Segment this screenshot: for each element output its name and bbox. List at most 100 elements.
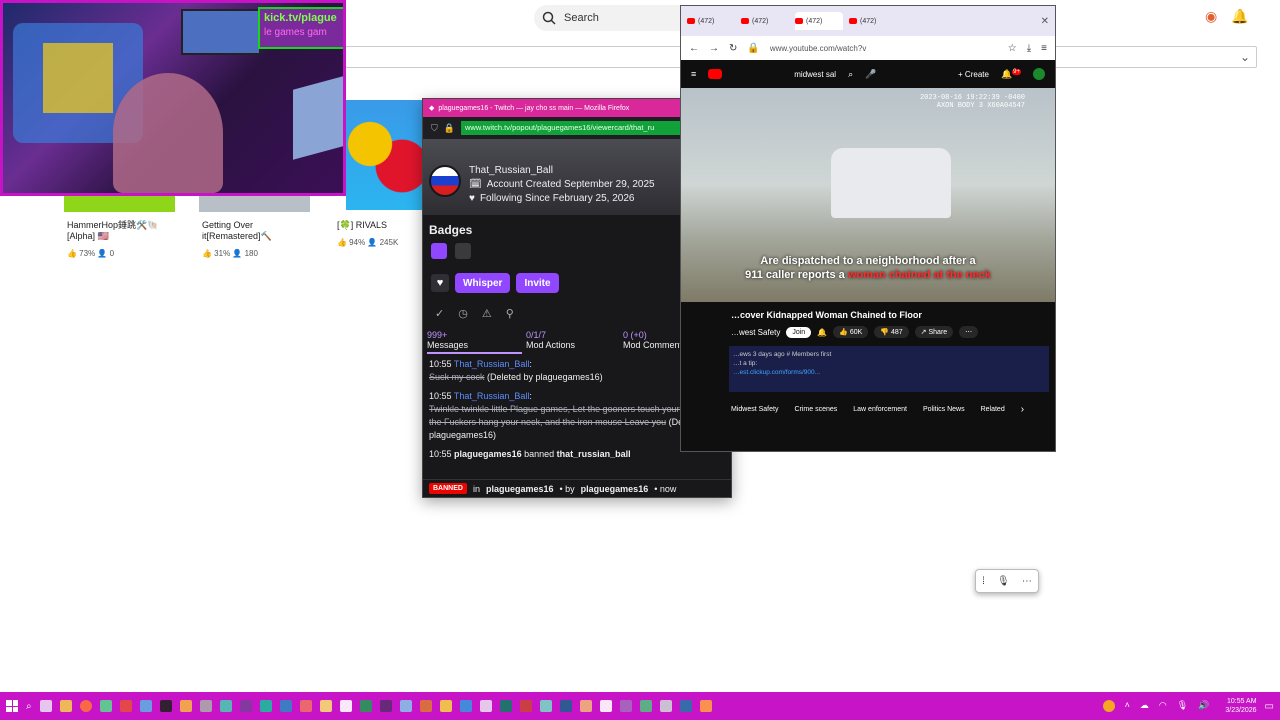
app-icon[interactable] <box>319 700 332 712</box>
app-icon[interactable] <box>599 700 612 712</box>
app-icon[interactable] <box>579 700 592 712</box>
app-icon[interactable] <box>659 700 672 712</box>
youtube-search-input[interactable]: midwest sal <box>794 70 836 79</box>
hamburger-icon[interactable]: ≡ <box>691 69 696 79</box>
mic-icon[interactable]: 🎤 <box>865 69 876 80</box>
volume-icon[interactable]: 🔊 <box>1198 700 1209 712</box>
app-icon[interactable] <box>199 700 212 712</box>
app-icon[interactable] <box>699 700 712 712</box>
app-icon[interactable] <box>559 700 572 712</box>
rivals-thumbnail[interactable] <box>346 100 426 210</box>
app-icon[interactable] <box>619 700 632 712</box>
desc-link[interactable]: …est.clickup.com/forms/900... <box>733 368 1045 377</box>
download-icon[interactable]: ⤓ <box>1027 43 1031 54</box>
tag-chip[interactable]: Law enforcement <box>853 406 907 413</box>
app-icon[interactable] <box>279 700 292 712</box>
dislike-button[interactable]: 👎 487 <box>874 326 909 338</box>
tag-chip[interactable]: Related <box>981 406 1005 413</box>
follow-heart-button[interactable]: ♥ <box>431 274 449 292</box>
app-icon[interactable] <box>539 700 552 712</box>
app-icon[interactable] <box>219 700 232 712</box>
game-thumbnail-hammerhop[interactable] <box>64 196 175 212</box>
app-icon[interactable] <box>679 700 692 712</box>
subscribe-bell-icon[interactable]: 🔔 <box>817 328 827 337</box>
game-card-hammerhop[interactable]: HammerHop錘跳🛠️🐚 [Alpha] 🇺🇸 👍 73% 👤 0 <box>67 220 177 259</box>
bell-icon[interactable]: 🔔 <box>1231 8 1248 25</box>
mic-icon[interactable]: 🎙 <box>997 576 1010 587</box>
browser-tab-active[interactable]: (472) <box>795 12 843 30</box>
browser-tab[interactable]: (472) <box>849 12 897 30</box>
close-icon[interactable]: ✕ <box>1041 16 1049 27</box>
app-icon[interactable] <box>159 700 172 712</box>
app-icon[interactable] <box>519 700 532 712</box>
app-icon[interactable] <box>499 700 512 712</box>
search-icon[interactable]: ⌕ <box>26 701 32 712</box>
app-icon[interactable] <box>339 700 352 712</box>
app-icon[interactable] <box>179 700 192 712</box>
game-thumbnail-getting-over-it[interactable] <box>199 196 310 212</box>
check-icon[interactable]: ✓ <box>435 307 444 320</box>
game-card-getting-over-it[interactable]: Getting Over it[Remastered]🔨 👍 31% 👤 180 <box>202 220 312 259</box>
menu-icon[interactable]: ≡ <box>1041 43 1047 54</box>
tag-chip[interactable]: Crime scenes <box>794 406 837 413</box>
game-card-rivals[interactable]: [🍀] RIVALS 👍 94% 👤 245K <box>337 220 417 248</box>
url-field[interactable]: www.twitch.tv/popout/plaguegames16/viewe… <box>460 121 697 135</box>
app-icon[interactable] <box>479 700 492 712</box>
tag-chip[interactable]: Midwest Safety <box>731 406 778 413</box>
firefox-icon[interactable] <box>79 700 92 712</box>
video-player[interactable]: 2023-08-16 19:22:39 -0400 AXON BODY 3 X6… <box>681 88 1055 302</box>
whisper-button[interactable]: Whisper <box>455 273 511 293</box>
url-field[interactable]: www.youtube.com/watch?v <box>770 44 867 53</box>
shield-icon[interactable]: ⛉ <box>431 123 438 134</box>
reload-icon[interactable]: ↻ <box>729 43 737 54</box>
channel-name[interactable]: …west Safety <box>731 328 780 337</box>
forward-icon[interactable]: → <box>709 43 719 54</box>
user-avatar-icon[interactable] <box>1102 700 1115 712</box>
file-explorer-icon[interactable] <box>59 700 72 712</box>
video-description[interactable]: …ews 3 days ago # Members first …t a tip… <box>729 346 1049 392</box>
youtube-logo[interactable] <box>708 69 723 79</box>
timeout-clock-icon[interactable]: ◷ <box>458 307 468 320</box>
back-icon[interactable]: ← <box>689 43 699 54</box>
warning-icon[interactable]: ⚠ <box>482 307 492 320</box>
app-icon[interactable] <box>399 700 412 712</box>
message-author[interactable]: That_Russian_Ball <box>454 359 530 369</box>
add-mod-icon[interactable]: ⚲ <box>506 307 514 320</box>
tab-mod-actions[interactable]: 0/1/7 Mod Actions <box>522 330 617 354</box>
message-author[interactable]: That_Russian_Ball <box>454 391 530 401</box>
subscriber-badge-icon[interactable] <box>431 243 447 259</box>
extension-icon[interactable]: ◉ <box>1205 8 1217 25</box>
notification-bell-icon[interactable]: 🔔9+ <box>1001 68 1021 80</box>
app-icon[interactable] <box>239 700 252 712</box>
create-button[interactable]: + Create <box>958 70 989 79</box>
more-options-icon[interactable]: ⋯ <box>959 326 979 338</box>
mic-icon[interactable]: 🎙 <box>1177 700 1188 712</box>
browser-tab[interactable]: (472) <box>687 12 735 30</box>
app-icon[interactable] <box>299 700 312 712</box>
chevron-up-icon[interactable]: ˄ <box>1125 700 1130 712</box>
avatar[interactable] <box>429 165 461 197</box>
app-icon[interactable] <box>379 700 392 712</box>
star-icon[interactable]: ☆ <box>1008 43 1017 54</box>
more-options-icon[interactable]: ⋯ <box>1022 576 1032 587</box>
notifications-icon[interactable]: ▭ <box>1265 701 1274 712</box>
search-icon[interactable]: ⌕ <box>848 69 853 80</box>
username[interactable]: That_Russian_Ball <box>469 165 553 176</box>
like-button[interactable]: 👍 60K <box>833 326 869 338</box>
avatar[interactable] <box>1033 68 1045 80</box>
share-button[interactable]: ↗ Share <box>914 326 954 338</box>
task-view-icon[interactable] <box>39 700 52 712</box>
app-icon[interactable] <box>359 700 372 712</box>
browser-tab[interactable]: (472) <box>741 12 789 30</box>
app-icon[interactable] <box>459 700 472 712</box>
wifi-icon[interactable]: ◠ <box>1159 700 1167 712</box>
app-icon[interactable] <box>639 700 652 712</box>
app-icon[interactable] <box>419 700 432 712</box>
app-icon[interactable] <box>439 700 452 712</box>
app-icon[interactable] <box>119 700 132 712</box>
background-search-bar[interactable]: Search <box>534 5 694 31</box>
tag-chip[interactable]: Politics News <box>923 406 965 413</box>
clock[interactable]: 10:55 AM 3/23/2026 <box>1225 697 1256 715</box>
drag-handle-icon[interactable]: ⁞ <box>982 576 985 587</box>
chevron-down-icon[interactable]: ⌄ <box>1240 50 1250 64</box>
